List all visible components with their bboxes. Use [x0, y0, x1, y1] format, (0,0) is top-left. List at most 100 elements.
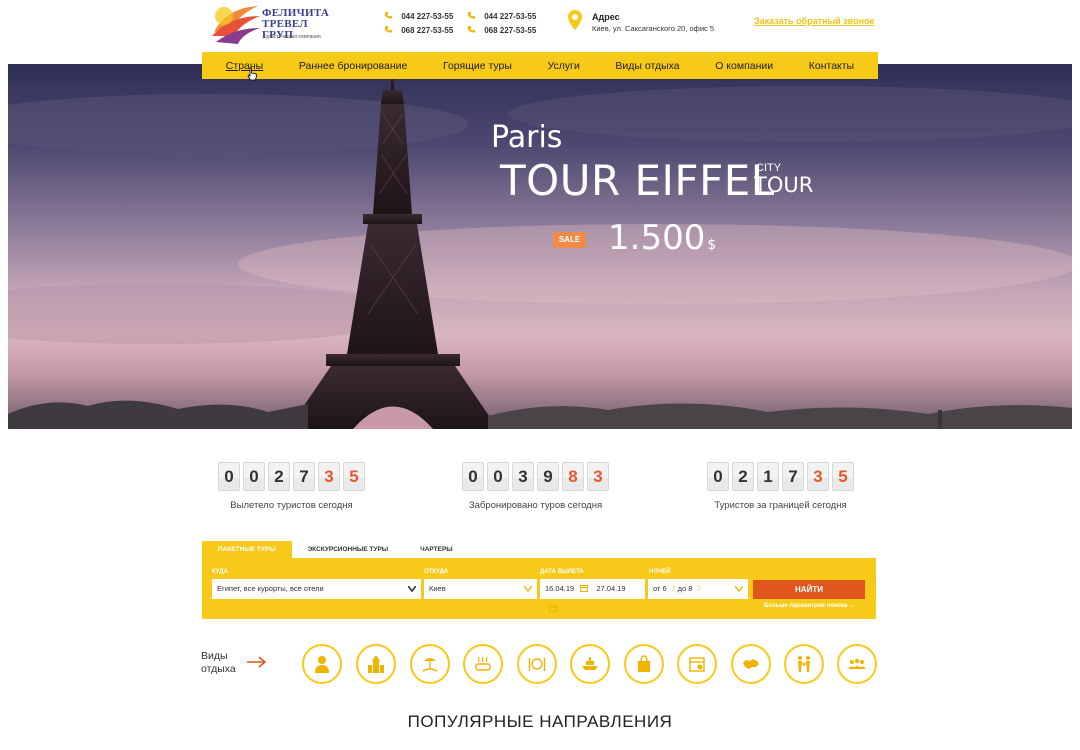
church-icon[interactable]	[356, 644, 396, 684]
hero-price: 1.500 $	[608, 218, 716, 258]
counter-label: Туристов за границей сегодня	[714, 500, 847, 511]
chevron-down-icon	[524, 586, 532, 592]
counter-digit: 3	[807, 462, 829, 491]
hero-banner[interactable]: Paris TOUR EIFFEL CITY TOUR SALE 1.500 $	[8, 64, 1072, 429]
nights-from-value: от 6	[653, 584, 667, 593]
nights-select[interactable]: от 6 ☽ до 8 ☽	[648, 579, 748, 599]
nav-item-early-booking[interactable]: Раннее бронирование	[299, 60, 408, 72]
group-icon[interactable]	[837, 644, 877, 684]
callback-link[interactable]: Заказать обратный звонок	[754, 16, 874, 26]
nav-item-about[interactable]: О компании	[715, 60, 773, 72]
vacation-types-label-line2: отдыха	[201, 663, 236, 675]
tour-search-form: КУДА Египет, все курорты, все отели ОТКУ…	[202, 558, 876, 619]
calendar-icon	[580, 585, 589, 592]
nights-label: НОЧЕЙ	[649, 569, 671, 575]
moon-icon: ☽	[694, 584, 702, 593]
tab-excursion-tours[interactable]: ЭКСКУРСИОННЫЕ ТУРЫ	[292, 541, 405, 558]
where-value: Египет, все курорты, все отели	[217, 584, 324, 593]
counter-digit: 7	[293, 462, 315, 491]
phone-3[interactable]: 044 227-53-55	[467, 11, 536, 21]
counter-digit: 0	[462, 462, 484, 491]
from-value: Киев	[429, 584, 446, 593]
phone-4[interactable]: 068 227-53-55	[467, 25, 536, 35]
hand-cursor-icon	[247, 67, 257, 81]
vacation-types-label-line1: Виды	[201, 650, 228, 662]
counter-abroad: 0 2 1 7 3 5 Туристов за границей сегодня	[707, 462, 854, 511]
phone-icon	[384, 11, 393, 19]
chevron-down-icon: ⌄	[848, 603, 854, 609]
logo-mark-icon	[212, 6, 260, 44]
hero-subtitle-big: TOUR	[754, 173, 814, 197]
location-pin-icon	[568, 10, 582, 30]
phone-2-number: 068 227-53-55	[401, 26, 454, 35]
popular-destinations-title: ПОПУЛЯРНЫЕ НАПРАВЛЕНИЯ	[407, 712, 673, 731]
counter-booked: 0 0 3 9 8 3 Забронировано туров сегодня	[462, 462, 609, 511]
phone-2[interactable]: 068 227-53-55	[384, 25, 453, 35]
counter-digit: 3	[587, 462, 609, 491]
from-label: ОТКУДА	[424, 569, 449, 575]
nights-to-value: до 8	[677, 584, 693, 593]
nav-item-vacation-types[interactable]: Виды отдыха	[615, 60, 679, 72]
tab-package-tours[interactable]: ПАКЕТНЫЕ ТУРЫ	[202, 541, 292, 558]
search-tabs: ПАКЕТНЫЕ ТУРЫ ЭКСКУРСИОННЫЕ ТУРЫ ЧАРТЕРЫ	[202, 541, 469, 558]
sale-badge: SALE	[553, 232, 586, 248]
counter-digit: 5	[343, 462, 365, 491]
date-from-value: 16.04.19	[545, 584, 575, 593]
cruise-icon[interactable]	[570, 644, 610, 684]
country-map-icon[interactable]	[731, 644, 771, 684]
counter-digit: 0	[707, 462, 729, 491]
phone-3-number: 044 227-53-55	[484, 12, 537, 21]
phone-1-number: 044 227-53-55	[401, 12, 454, 21]
counter-digit: 0	[243, 462, 265, 491]
counter-digit: 8	[562, 462, 584, 491]
restaurant-icon[interactable]	[517, 644, 557, 684]
moon-icon: ☽	[668, 584, 676, 593]
hero-city: Paris	[491, 120, 563, 155]
spa-icon[interactable]	[463, 644, 503, 684]
main-nav: Страны Раннее бронирование Горящие туры …	[202, 52, 878, 79]
counter-digit: 5	[832, 462, 854, 491]
phone-4-number: 068 227-53-55	[484, 26, 537, 35]
vacation-types-label: Виды отдыха	[201, 650, 236, 676]
date-to-value: 27.04.19	[596, 584, 626, 593]
more-params-link[interactable]: Больше параметров поиска ⌄	[764, 602, 854, 609]
counter-digit: 9	[537, 462, 559, 491]
counter-label: Вылетело туристов сегодня	[230, 500, 353, 511]
counter-digit: 0	[218, 462, 240, 491]
counter-digit: 0	[487, 462, 509, 491]
beach-icon[interactable]	[410, 644, 450, 684]
counter-digit: 2	[268, 462, 290, 491]
price-value: 1.500	[608, 218, 706, 258]
chevron-down-icon	[735, 586, 743, 592]
nav-item-hot-tours[interactable]: Горящие туры	[443, 60, 512, 72]
logo-tagline: Туристическая компания	[263, 34, 321, 40]
find-button[interactable]: НАЙТИ	[753, 580, 865, 599]
phone-1[interactable]: 044 227-53-55	[384, 11, 453, 21]
counter-digits: 0 0 2 7 3 5	[218, 462, 365, 491]
counter-digit: 7	[782, 462, 804, 491]
where-select[interactable]: Египет, все курорты, все отели	[212, 579, 421, 599]
arrow-right-icon	[247, 656, 267, 668]
hero-title: TOUR EIFFEL	[500, 156, 775, 205]
nav-item-services[interactable]: Услуги	[548, 60, 580, 72]
address-text: Киев, ул. Саксаганского 20, офис 5	[592, 24, 715, 33]
logo[interactable]: ФЕЛИЧИТА ТРЕВЕЛ ГРУП Туристическая компа…	[210, 2, 340, 46]
calendar-icon[interactable]	[677, 644, 717, 684]
date-range-input[interactable]: 16.04.19 27.04.19	[540, 579, 645, 612]
address-title: Адрес	[592, 12, 620, 22]
counter-digits: 0 2 1 7 3 5	[707, 462, 854, 491]
shopping-icon[interactable]	[624, 644, 664, 684]
phone-icon	[467, 25, 476, 33]
calendar-icon	[549, 605, 557, 612]
where-label: КУДА	[212, 569, 228, 575]
phone-icon	[467, 11, 476, 19]
person-icon[interactable]	[302, 644, 342, 684]
eiffel-tower-scene	[8, 74, 1072, 429]
from-select[interactable]: Киев	[424, 579, 537, 599]
more-params-label: Больше параметров поиска	[764, 603, 848, 609]
tab-charters[interactable]: ЧАРТЕРЫ	[404, 541, 469, 558]
family-icon[interactable]	[784, 644, 824, 684]
counter-digit: 3	[512, 462, 534, 491]
price-currency: $	[707, 237, 717, 253]
nav-item-contacts[interactable]: Контакты	[809, 60, 854, 72]
